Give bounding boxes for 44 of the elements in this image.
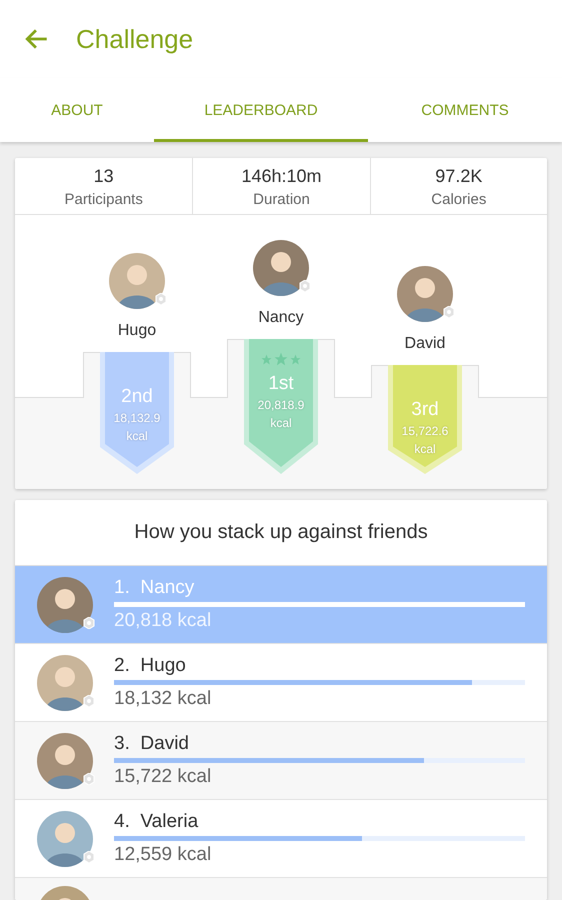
tab[interactable]: COMMENTS — [368, 78, 562, 142]
calorie-unit: kcal — [126, 428, 148, 445]
participant-name: Hugo — [118, 322, 156, 340]
stat-label: Participants — [64, 191, 143, 208]
participant-name: Nancy — [258, 309, 304, 327]
tab[interactable]: ABOUT — [0, 78, 154, 142]
calorie-total: 15,722 kcal — [114, 766, 212, 788]
badge-icon — [155, 293, 167, 305]
stat-label: Calories — [431, 191, 486, 208]
calorie-total: 18,132 kcal — [114, 688, 212, 710]
rank-label: 3rd — [411, 398, 439, 422]
friend-name: 3. David — [114, 733, 190, 755]
friend-name: 1. Nancy — [114, 577, 196, 599]
leaderboard-row[interactable]: 1. Nancy 20,818 kcal — [15, 566, 547, 644]
badge-icon — [83, 772, 95, 784]
star-icon — [290, 354, 301, 364]
badge-icon — [83, 694, 95, 706]
calorie-unit: kcal — [270, 415, 292, 432]
stat-label: Duration — [253, 191, 310, 208]
leaderboard-row[interactable]: 3. David 15,722 kcal — [15, 722, 547, 800]
calorie-total: 12,559 kcal — [114, 844, 212, 866]
stat-value: 146h:10m — [241, 166, 322, 187]
tab[interactable]: LEADERBOARD — [154, 78, 368, 142]
badge-icon — [83, 850, 95, 862]
star-icon — [261, 354, 272, 364]
screen-title: Challenge — [76, 24, 194, 54]
leaderboard-row[interactable]: 4. Valeria 12,559 kcal — [15, 800, 547, 878]
rank-label: 2nd — [121, 385, 153, 409]
calorie-amount: 20,818.9 — [258, 397, 304, 414]
friend-name: 4. Valeria — [114, 811, 200, 833]
badge-icon — [299, 280, 311, 292]
calorie-unit: kcal — [414, 441, 436, 458]
calorie-amount: 18,132.9 — [114, 410, 160, 427]
calorie-amount: 15,722.6 — [402, 423, 448, 440]
leaderboard-row[interactable]: 2. Hugo 18,132 kcal — [15, 644, 547, 722]
badge-icon — [83, 616, 95, 628]
rank-label: 1st — [268, 372, 294, 396]
badge-icon — [443, 306, 455, 318]
stat-value: 97.2K — [435, 166, 482, 187]
calorie-total: 20,818 kcal — [114, 610, 212, 632]
participant-name: David — [404, 335, 446, 353]
stat-value: 13 — [94, 166, 114, 187]
star-icon — [274, 352, 288, 366]
friend-name: 2. Hugo — [114, 655, 187, 677]
